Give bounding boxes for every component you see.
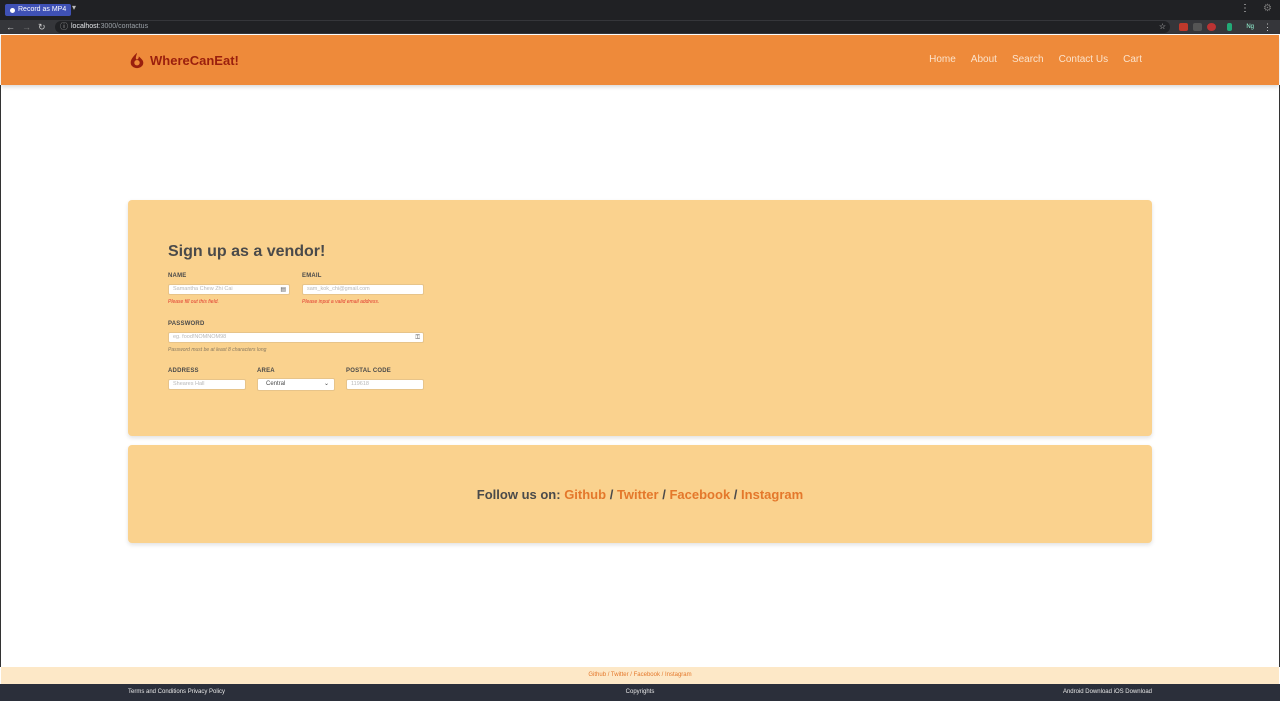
email-error: Please input a valid email address. <box>302 299 380 305</box>
address-placeholder: Sheares Hall <box>173 381 205 387</box>
area-selected: Central <box>266 381 286 387</box>
url-path: :3000/contactus <box>98 23 149 30</box>
area-select[interactable]: Central ⌄ <box>257 378 335 391</box>
follow-separator: / <box>662 487 666 502</box>
nav-contact-us[interactable]: Contact Us <box>1059 54 1108 65</box>
brand-logo[interactable]: WhereCanEat! <box>128 51 239 69</box>
email-label: EMAIL <box>302 273 322 279</box>
area-label: AREA <box>257 368 275 374</box>
postal-code-input[interactable]: 119618 <box>346 379 424 390</box>
follow-instagram-link[interactable]: Instagram <box>741 487 803 502</box>
name-placeholder: Samantha Chew Zhi Cai <box>173 286 233 292</box>
follow-separator: / <box>609 487 614 502</box>
brand-name: WhereCanEat! <box>150 52 239 68</box>
url-field[interactable]: ⓘ localhost:3000/contactus ☆ <box>55 21 1170 33</box>
profile-badge[interactable]: Ng <box>1246 22 1254 32</box>
record-label: Record as MP4 <box>18 6 67 13</box>
nav-about[interactable]: About <box>971 54 997 65</box>
follow-us-card: Follow us on: Github / Twitter / Faceboo… <box>128 445 1152 543</box>
follow-github-link[interactable]: Github <box>564 487 606 502</box>
site-header: WhereCanEat! Home About Search Contact U… <box>1 35 1279 85</box>
nav-home[interactable]: Home <box>929 54 956 65</box>
extension-green-icon[interactable] <box>1227 23 1232 31</box>
follow-us-line: Follow us on: Github / Twitter / Faceboo… <box>128 487 1152 502</box>
settings-gear-icon[interactable]: ⚙ <box>1263 3 1272 14</box>
follow-us-prefix: Follow us on: <box>476 487 561 502</box>
postal-code-label: POSTAL CODE <box>346 368 391 374</box>
url-host: localhost <box>71 23 99 30</box>
record-dot-icon <box>10 7 15 13</box>
name-label: NAME <box>168 273 187 279</box>
browser-tab-bar: Record as MP4 ▾ ⋮ ⚙ <box>0 0 1280 20</box>
name-error: Please fill out this field. <box>168 299 219 305</box>
nav-search[interactable]: Search <box>1012 54 1044 65</box>
extension-red-icon[interactable] <box>1179 23 1188 31</box>
page-left-border <box>0 85 1 667</box>
record-extension-button[interactable]: Record as MP4 <box>5 4 72 16</box>
nav-cart[interactable]: Cart <box>1123 54 1142 65</box>
flame-logo-icon <box>130 52 144 69</box>
follow-twitter-link[interactable]: Twitter <box>617 487 659 502</box>
main-nav: Home About Search Contact Us Cart <box>929 54 1142 65</box>
forward-arrow-icon[interactable]: → <box>22 20 31 34</box>
window-menu-icon[interactable]: ⋮ <box>1240 3 1250 14</box>
password-hint: Password must be at least 8 characters l… <box>168 347 267 353</box>
browser-address-bar: ← → ↻ ⓘ localhost:3000/contactus ☆ Ng ⋮ <box>0 20 1280 34</box>
email-placeholder: sam_kok_chi@gmail.com <box>307 286 370 292</box>
follow-separator: / <box>733 487 738 502</box>
chevron-down-icon[interactable]: ▾ <box>72 3 76 12</box>
password-placeholder: eg. food!NOMNOM98 <box>173 334 227 340</box>
address-label: ADDRESS <box>168 368 199 374</box>
footer-download-links[interactable]: Android Download iOS Download <box>1063 684 1152 701</box>
chevron-down-icon: ⌄ <box>323 381 329 387</box>
name-input[interactable]: Samantha Chew Zhi Cai ▤ <box>168 284 290 295</box>
footer-social-links[interactable]: Github / Twitter / Facebook / Instagram <box>1 667 1279 684</box>
address-input[interactable]: Sheares Hall <box>168 379 246 390</box>
extension-grey-icon[interactable] <box>1193 23 1202 31</box>
bookmark-star-icon[interactable]: ☆ <box>1159 21 1166 33</box>
footer-bar: Terms and Conditions Privacy Policy Copy… <box>0 684 1280 701</box>
autofill-card-icon[interactable]: ▤ <box>280 286 286 294</box>
extension-circle-icon[interactable] <box>1207 23 1216 31</box>
follow-facebook-link[interactable]: Facebook <box>669 487 730 502</box>
site-info-icon[interactable]: ⓘ <box>60 21 68 33</box>
form-title: Sign up as a vendor! <box>168 243 326 260</box>
password-key-icon[interactable]: ⚿ <box>415 334 420 342</box>
back-arrow-icon[interactable]: ← <box>6 20 15 34</box>
reload-icon[interactable]: ↻ <box>38 20 46 34</box>
postal-code-placeholder: 119618 <box>351 381 369 387</box>
vendor-signup-card: Sign up as a vendor! NAME Samantha Chew … <box>128 200 1152 436</box>
browser-menu-icon[interactable]: ⋮ <box>1263 20 1272 34</box>
password-label: PASSWORD <box>168 321 205 327</box>
password-input[interactable]: eg. food!NOMNOM98 ⚿ <box>168 332 424 343</box>
email-input[interactable]: sam_kok_chi@gmail.com <box>302 284 424 295</box>
